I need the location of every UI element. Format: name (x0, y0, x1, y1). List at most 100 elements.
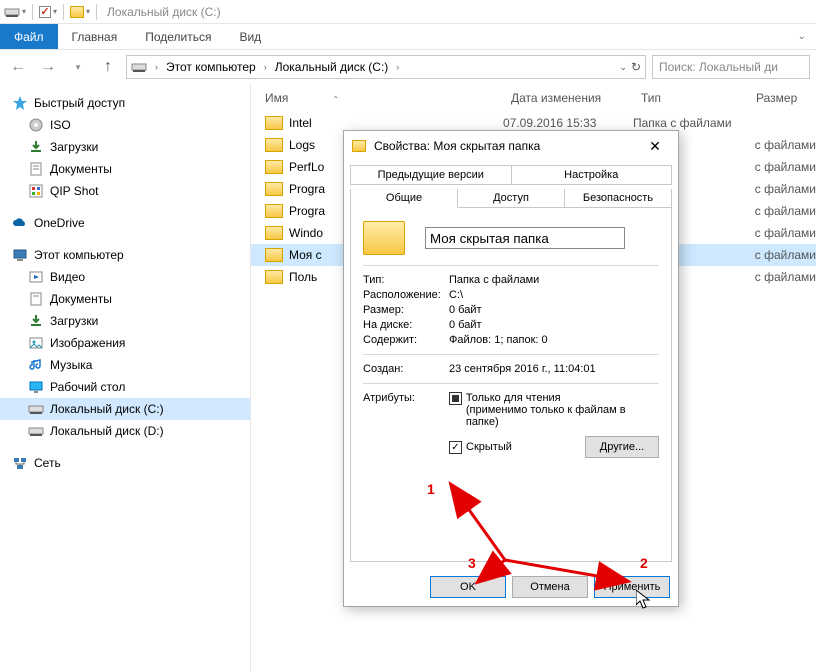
tree-item-pictures[interactable]: Изображения (0, 332, 250, 354)
other-attributes-button[interactable]: Другие... (585, 436, 659, 458)
tree-item-videos[interactable]: Видео (0, 266, 250, 288)
column-header-date[interactable]: Дата изменения (511, 91, 641, 105)
sort-indicator-icon: ⌃ (332, 95, 339, 104)
tab-sharing[interactable]: Доступ (458, 189, 565, 208)
tab-view[interactable]: Вид (225, 24, 275, 49)
tree-label: Видео (50, 270, 85, 284)
tree-label: Загрузки (50, 140, 98, 154)
pc-icon (12, 247, 28, 263)
label-hidden: Скрытый (466, 441, 512, 453)
folder-icon (70, 6, 84, 18)
value-created: 23 сентября 2016 г., 11:04:01 (449, 363, 596, 375)
tree-item-iso[interactable]: ISO (0, 114, 250, 136)
tab-customize[interactable]: Настройка (512, 165, 673, 185)
tab-file[interactable]: Файл (0, 24, 58, 49)
tree-item-downloads2[interactable]: Загрузки (0, 310, 250, 332)
cursor-icon (636, 590, 652, 615)
cancel-button[interactable]: Отмена (512, 576, 588, 598)
tree-onedrive[interactable]: OneDrive (0, 212, 250, 234)
drive-icon (28, 423, 44, 439)
quick-access-dropdown-icon[interactable]: ▾ (22, 7, 26, 16)
tab-home[interactable]: Главная (58, 24, 132, 49)
apply-button[interactable]: Применить (594, 576, 670, 598)
tree-label: Локальный диск (C:) (50, 402, 164, 416)
breadcrumb-root[interactable]: Этот компьютер (166, 60, 256, 74)
music-icon (28, 357, 44, 373)
quick-access-check-icon[interactable]: ✓ (39, 6, 51, 18)
column-header-name[interactable]: Имя⌃ (265, 91, 511, 105)
dialog-title: Свойства: Моя скрытая папка (374, 139, 540, 153)
folder-icon (265, 116, 283, 130)
folder-icon (352, 140, 366, 152)
folder-icon (265, 182, 283, 196)
close-icon[interactable]: ✕ (640, 138, 670, 155)
tree-label: Изображения (50, 336, 125, 350)
refresh-icon[interactable]: ↻ (631, 60, 641, 74)
tree-label: Рабочий стол (50, 380, 125, 394)
checkbox-readonly[interactable] (449, 392, 462, 405)
app-icon (28, 183, 44, 199)
ribbon-expand-icon[interactable]: ⌄ (798, 31, 806, 42)
address-bar[interactable]: › Этот компьютер › Локальный диск (C:) ›… (126, 55, 646, 79)
tree-item-qipshot[interactable]: QIP Shot (0, 180, 250, 202)
tree-label: Загрузки (50, 314, 98, 328)
nav-forward-button[interactable]: → (36, 55, 60, 79)
tree-item-drive-d[interactable]: Локальный диск (D:) (0, 420, 250, 442)
label-location: Расположение: (363, 289, 449, 301)
disc-icon (28, 117, 44, 133)
dialog-title-bar[interactable]: Свойства: Моя скрытая папка ✕ (344, 131, 678, 161)
tree-this-pc[interactable]: Этот компьютер (0, 244, 250, 266)
desktop-icon (28, 379, 44, 395)
nav-up-button[interactable]: ↑ (96, 55, 120, 79)
tree-item-music[interactable]: Музыка (0, 354, 250, 376)
tab-share[interactable]: Поделиться (131, 24, 225, 49)
nav-back-button[interactable]: ← (6, 55, 30, 79)
breadcrumb-drive[interactable]: Локальный диск (C:) (275, 60, 389, 74)
tree-item-downloads[interactable]: Загрузки (0, 136, 250, 158)
tree-network[interactable]: Сеть (0, 452, 250, 474)
tree-item-documents[interactable]: Документы (0, 158, 250, 180)
address-dropdown-icon[interactable]: ⌄ (619, 62, 627, 73)
tree-item-desktop[interactable]: Рабочий стол (0, 376, 250, 398)
folder-icon (265, 204, 283, 218)
tree-label: Документы (50, 162, 112, 176)
folder-name-input[interactable] (425, 227, 625, 249)
drive-icon (4, 4, 20, 20)
tree-label: QIP Shot (50, 184, 98, 198)
label-contains: Содержит: (363, 334, 449, 346)
video-icon (28, 269, 44, 285)
navigation-tree: Быстрый доступ ISO Загрузки Документы QI… (0, 84, 251, 671)
search-input[interactable]: Поиск: Локальный ди (652, 55, 810, 79)
tab-previous-versions[interactable]: Предыдущие версии (350, 165, 512, 185)
folder-icon (265, 160, 283, 174)
column-header-type[interactable]: Тип (641, 91, 756, 105)
nav-recent-dropdown-icon[interactable]: ▾ (66, 55, 90, 79)
value-location: C:\ (449, 289, 463, 301)
quick-access-folder-dropdown-icon[interactable]: ▾ (86, 7, 90, 16)
column-header-size[interactable]: Размер (756, 91, 816, 105)
tree-label: Музыка (50, 358, 92, 372)
tree-item-drive-c[interactable]: Локальный диск (C:) (0, 398, 250, 420)
label-size: Размер: (363, 304, 449, 316)
checkbox-hidden[interactable]: ✓ (449, 441, 462, 454)
tree-quick-access[interactable]: Быстрый доступ (0, 92, 250, 114)
downloads-icon (28, 139, 44, 155)
label-attributes: Атрибуты: (363, 392, 449, 404)
chevron-right-icon[interactable]: › (260, 62, 271, 72)
ok-button[interactable]: OK (430, 576, 506, 598)
folder-large-icon (363, 221, 405, 255)
folder-icon (265, 248, 283, 262)
drive-icon (28, 401, 44, 417)
value-size: 0 байт (449, 304, 482, 316)
tab-security[interactable]: Безопасность (565, 189, 672, 208)
folder-icon (265, 226, 283, 240)
tree-item-docs2[interactable]: Документы (0, 288, 250, 310)
tab-general[interactable]: Общие (350, 189, 458, 208)
chevron-right-icon[interactable]: › (392, 62, 403, 72)
folder-icon (265, 138, 283, 152)
tree-label: ISO (50, 118, 71, 132)
chevron-right-icon[interactable]: › (151, 62, 162, 72)
downloads-icon (28, 313, 44, 329)
quick-access-check-dropdown-icon[interactable]: ▾ (53, 7, 57, 16)
tree-label: Быстрый доступ (34, 96, 125, 110)
